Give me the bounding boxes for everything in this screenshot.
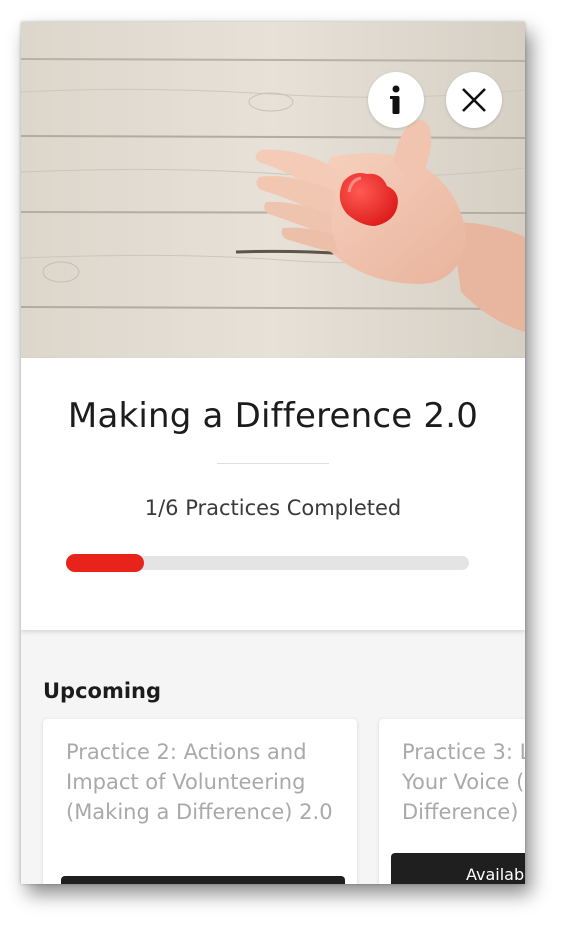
practice-card[interactable]: Practice 2: Actions and Impact of Volunt… [43, 719, 357, 884]
availability-button[interactable]: Availabl [391, 853, 525, 884]
upcoming-carousel[interactable]: Practice 2: Actions and Impact of Volunt… [21, 22, 525, 884]
practice-title: Practice 2: Actions and Impact of Volunt… [66, 740, 333, 824]
practice-button[interactable] [61, 876, 345, 884]
availability-button-label: Availabl [466, 865, 525, 884]
practice-card[interactable]: Practice 3: L Your Voice ( Difference) A… [379, 719, 525, 884]
practice-title: Practice 3: L Your Voice ( Difference) [402, 740, 525, 824]
